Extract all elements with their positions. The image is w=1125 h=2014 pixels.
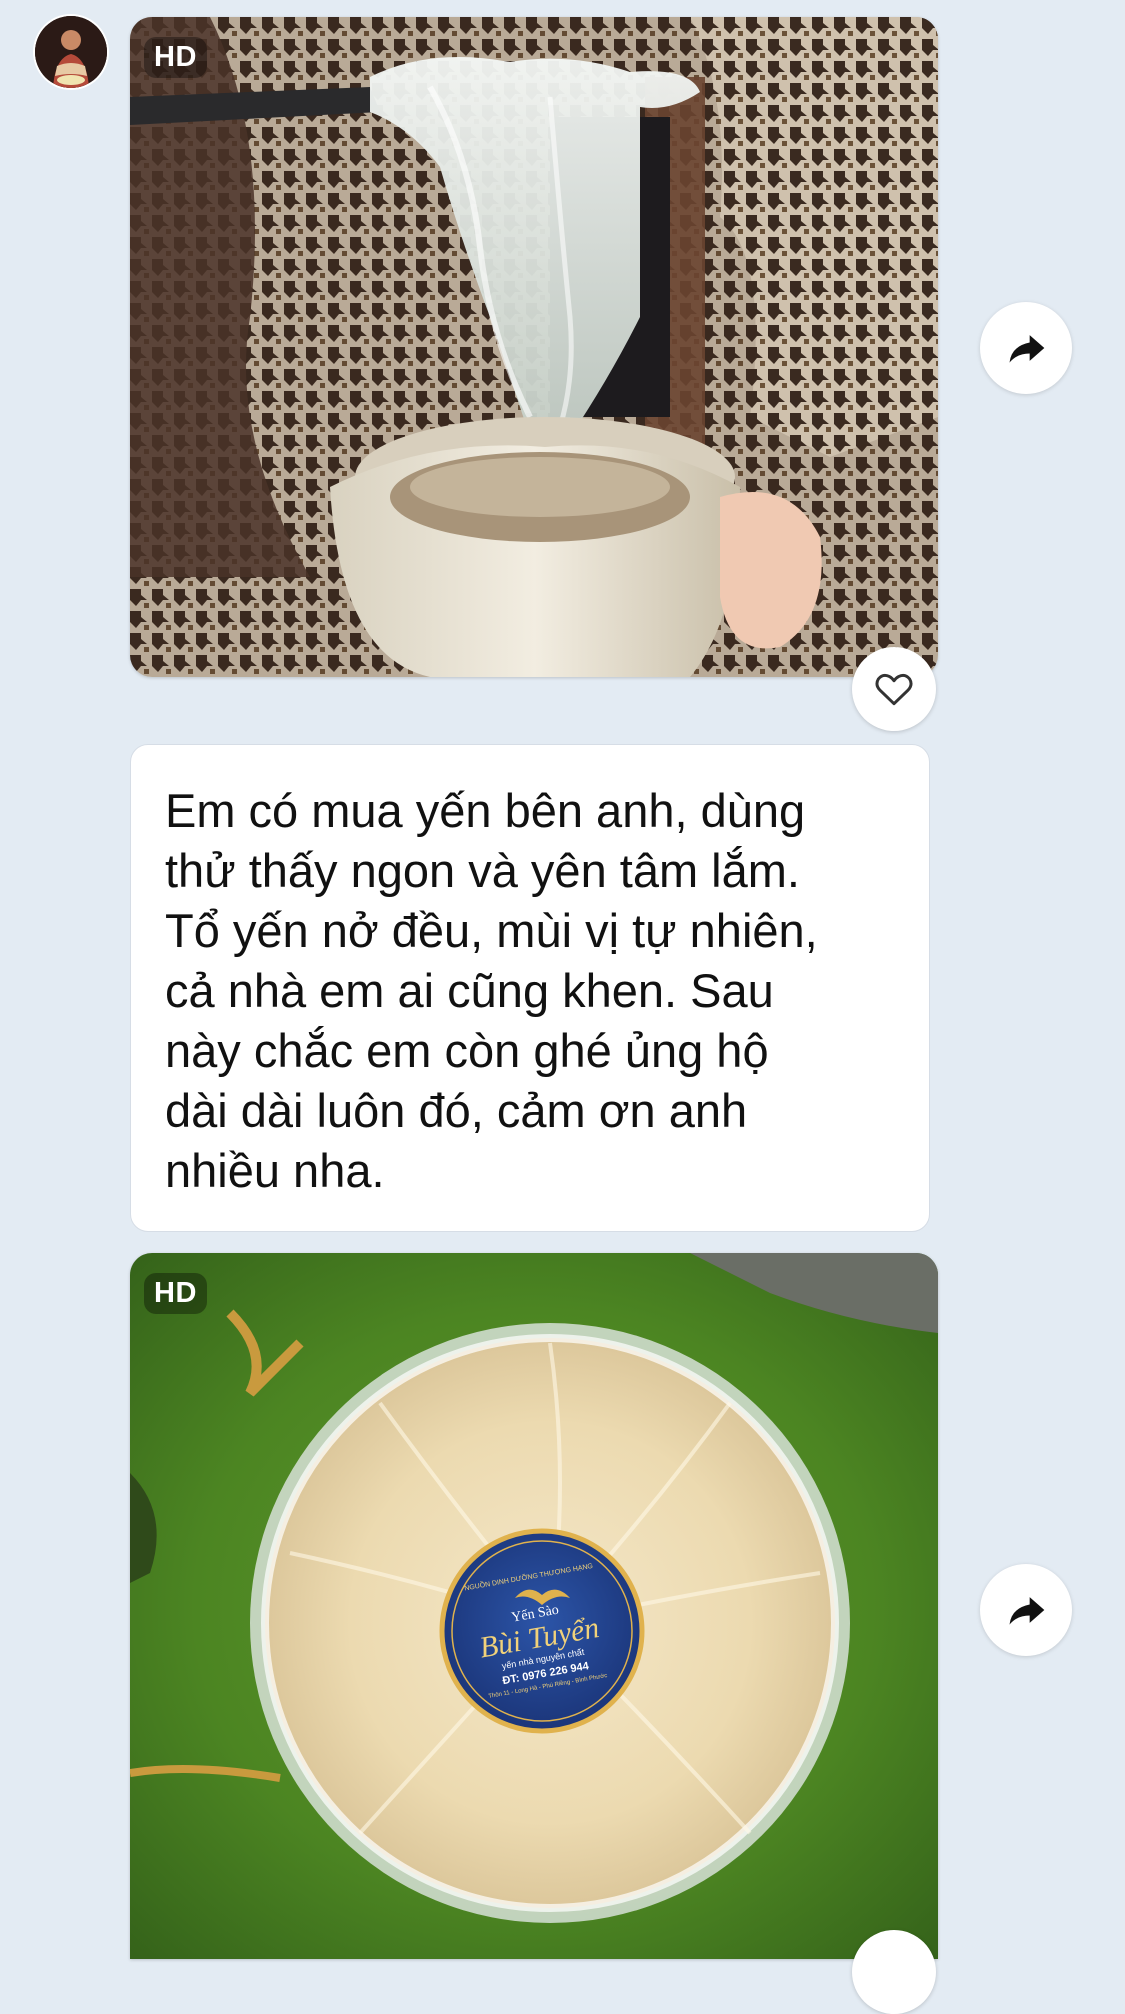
react-button[interactable]	[852, 1930, 936, 2014]
heart-icon	[875, 673, 913, 706]
share-arrow-icon	[1009, 1597, 1045, 1625]
hd-badge: HD	[144, 37, 207, 78]
image-message-bird-nest-box[interactable]: HD NGUỒN DINH DƯỠNG THƯỢNG HẠNG Yến Sào …	[130, 1253, 938, 1959]
avatar-image	[35, 16, 107, 88]
sender-avatar[interactable]	[35, 16, 107, 88]
react-button[interactable]	[852, 647, 936, 731]
product-label: NGUỒN DINH DƯỠNG THƯỢNG HẠNG Yến Sào Bùi…	[426, 1537, 658, 1769]
hd-badge: HD	[144, 1273, 207, 1314]
share-button[interactable]	[980, 302, 1072, 394]
bird-nest-photo	[130, 17, 938, 677]
image-message-bird-nest-spoon[interactable]: HD	[130, 17, 938, 677]
text-message: Em có mua yến bên anh, dùng thử thấy ngo…	[130, 744, 930, 1232]
share-button[interactable]	[980, 1564, 1072, 1656]
share-arrow-icon	[1009, 335, 1045, 363]
